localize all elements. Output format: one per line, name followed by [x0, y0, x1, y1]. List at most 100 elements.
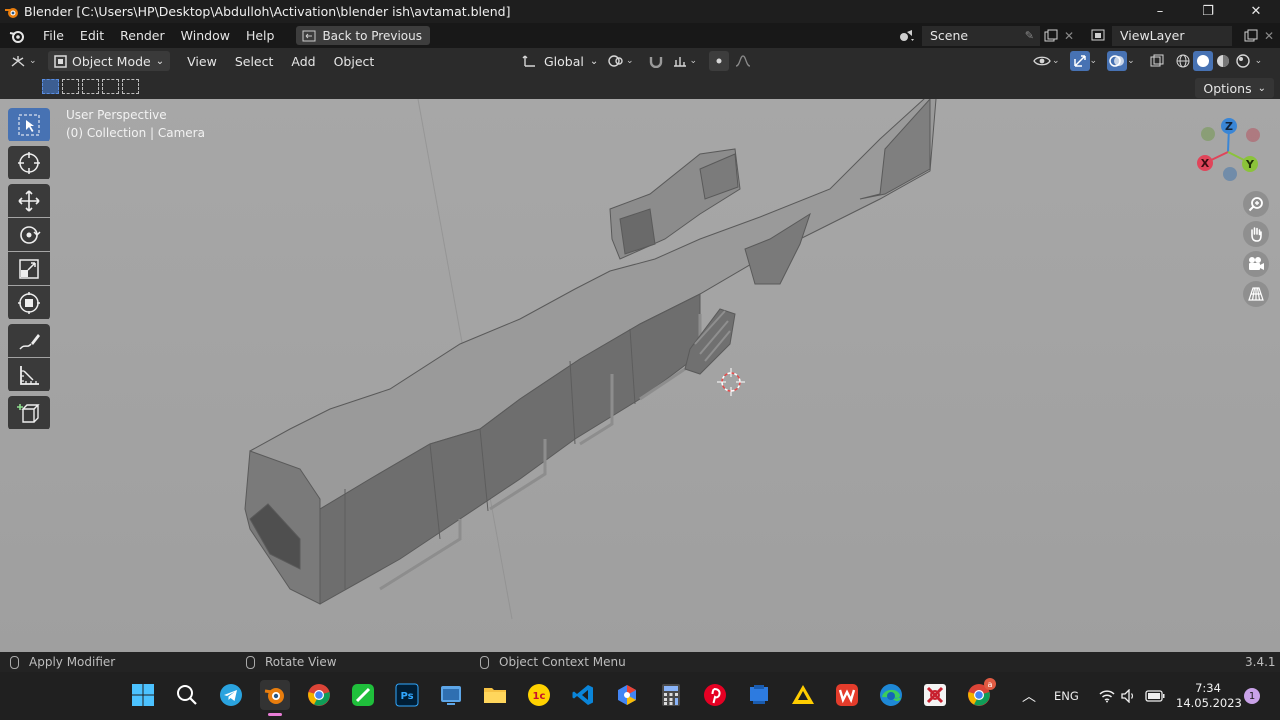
taskbar-app-window[interactable]: [436, 680, 466, 710]
overlays-toggle-icon[interactable]: [1107, 51, 1128, 71]
viewport-collection-label: (0) Collection | Camera: [66, 126, 205, 140]
new-scene-icon[interactable]: [1042, 27, 1060, 45]
menu-file[interactable]: File: [35, 23, 72, 48]
select-intersect-icon[interactable]: [122, 79, 139, 94]
rendered-shading-icon[interactable]: [1233, 51, 1253, 71]
rotate-tool[interactable]: [8, 218, 50, 251]
camera-view-button[interactable]: [1243, 251, 1269, 277]
wifi-icon[interactable]: [1099, 689, 1115, 703]
taskbar-edge[interactable]: [876, 680, 906, 710]
material-shading-icon[interactable]: [1213, 51, 1233, 71]
editor-type-icon[interactable]: ⌄: [10, 51, 40, 71]
new-viewlayer-icon[interactable]: [1242, 27, 1260, 45]
navigation-gizmo[interactable]: Z X Y: [1192, 114, 1264, 186]
blender-menu-icon[interactable]: [9, 28, 25, 44]
add-cube-tool[interactable]: [8, 396, 50, 429]
pin-icon[interactable]: ✎: [1025, 29, 1034, 42]
language-indicator[interactable]: ENG: [1054, 689, 1079, 703]
taskbar-1c-app[interactable]: 1c: [524, 680, 554, 710]
move-tool[interactable]: [8, 184, 50, 217]
menu-edit[interactable]: Edit: [72, 23, 112, 48]
scene-icon[interactable]: [898, 27, 916, 45]
snap-target-icon[interactable]: [670, 51, 690, 71]
chevron-down-icon: ⌄: [155, 55, 165, 67]
pivot-point-icon[interactable]: [606, 51, 626, 71]
solid-shading-icon[interactable]: [1192, 51, 1213, 71]
visibility-eye-icon[interactable]: [1032, 51, 1052, 71]
select-box-tool[interactable]: [8, 108, 50, 141]
menu-select[interactable]: Select: [226, 54, 283, 69]
transform-tool[interactable]: [8, 286, 50, 319]
menu-add[interactable]: Add: [282, 54, 324, 69]
3d-viewport[interactable]: User Perspective (0) Collection | Camera: [0, 99, 1280, 652]
toggle-perspective-button[interactable]: [1243, 281, 1269, 307]
viewlayer-name-field[interactable]: ViewLayer: [1112, 25, 1232, 46]
maximize-button[interactable]: ❐: [1184, 0, 1232, 23]
taskbar-blue-app[interactable]: [744, 680, 774, 710]
pan-view-button[interactable]: [1243, 221, 1269, 247]
taskbar-clock[interactable]: 7:34 14.05.2023: [1176, 681, 1242, 711]
windows-logo-icon: [132, 684, 154, 706]
taskbar-vscode[interactable]: [568, 680, 598, 710]
proportional-editing-icon[interactable]: [709, 51, 730, 71]
taskbar-chrome-profile[interactable]: a: [964, 678, 996, 710]
taskbar-photoshop[interactable]: Ps: [392, 680, 422, 710]
annotate-tool[interactable]: [8, 324, 50, 357]
battery-icon[interactable]: [1145, 690, 1165, 702]
gizmo-toggle-icon[interactable]: [1069, 51, 1090, 71]
show-hidden-icons-chevron-icon[interactable]: ︿: [1022, 686, 1036, 706]
scene-name-field[interactable]: Scene ✎: [922, 25, 1040, 46]
green-app-icon: [352, 684, 374, 706]
taskbar-wps-office[interactable]: [832, 680, 862, 710]
viewlayer-icon[interactable]: [1090, 27, 1108, 45]
measure-tool[interactable]: [8, 358, 50, 391]
taskbar-pinterest[interactable]: [700, 680, 730, 710]
taskbar-green-app[interactable]: [348, 680, 378, 710]
close-button[interactable]: ✕: [1232, 0, 1280, 23]
cursor-tool[interactable]: [8, 146, 50, 179]
start-button[interactable]: [128, 680, 158, 710]
pinterest-icon: [704, 684, 726, 706]
back-to-previous-button[interactable]: Back to Previous: [296, 26, 430, 45]
scale-icon: [19, 258, 39, 279]
options-dropdown[interactable]: Options ⌄: [1195, 78, 1274, 98]
notification-badge[interactable]: 1: [1244, 688, 1260, 704]
mouse-right-icon: [480, 655, 489, 669]
minimize-button[interactable]: –: [1136, 0, 1184, 23]
select-extend-icon[interactable]: [62, 79, 79, 94]
volume-icon[interactable]: [1121, 689, 1137, 703]
select-subtract-icon[interactable]: [82, 79, 99, 94]
viewport-scene[interactable]: [0, 99, 1280, 652]
taskbar-colorful-app[interactable]: [612, 680, 642, 710]
delete-viewlayer-icon[interactable]: ✕: [1260, 27, 1278, 45]
taskbar-blender[interactable]: [260, 680, 290, 716]
menu-object[interactable]: Object: [325, 54, 384, 69]
taskbar-search[interactable]: [172, 680, 202, 710]
xray-toggle-icon[interactable]: [1147, 51, 1167, 71]
transform-orientation-dropdown[interactable]: Global ⌄: [522, 51, 598, 71]
wireframe-shading-icon[interactable]: [1173, 51, 1193, 71]
menu-render[interactable]: Render: [112, 23, 173, 48]
snap-toggle-icon[interactable]: [646, 51, 666, 71]
scale-tool[interactable]: [8, 252, 50, 285]
chrome-profile-badge: a: [984, 678, 996, 690]
taskbar-file-explorer[interactable]: [480, 680, 510, 710]
mode-label: Object Mode: [72, 53, 151, 69]
select-new-icon[interactable]: [42, 79, 59, 94]
viewport-header: ⌄ Object Mode ⌄ View Select Add Object G…: [0, 48, 1280, 74]
menu-view[interactable]: View: [178, 54, 226, 69]
menu-help[interactable]: Help: [238, 23, 283, 48]
falloff-curve-icon[interactable]: [733, 51, 753, 71]
clock-date: 14.05.2023: [1176, 696, 1242, 710]
taskbar-telegram[interactable]: [216, 680, 246, 710]
menu-window[interactable]: Window: [173, 23, 238, 48]
zoom-view-button[interactable]: [1243, 191, 1269, 217]
mode-dropdown[interactable]: Object Mode ⌄: [48, 51, 171, 71]
taskbar-chrome[interactable]: [304, 680, 334, 710]
red-tool-icon: [924, 684, 946, 706]
taskbar-calculator[interactable]: [656, 680, 686, 710]
taskbar-red-tool-app[interactable]: [920, 680, 950, 710]
select-invert-icon[interactable]: [102, 79, 119, 94]
delete-scene-icon[interactable]: ✕: [1060, 27, 1078, 45]
taskbar-warning-app[interactable]: [788, 680, 818, 710]
